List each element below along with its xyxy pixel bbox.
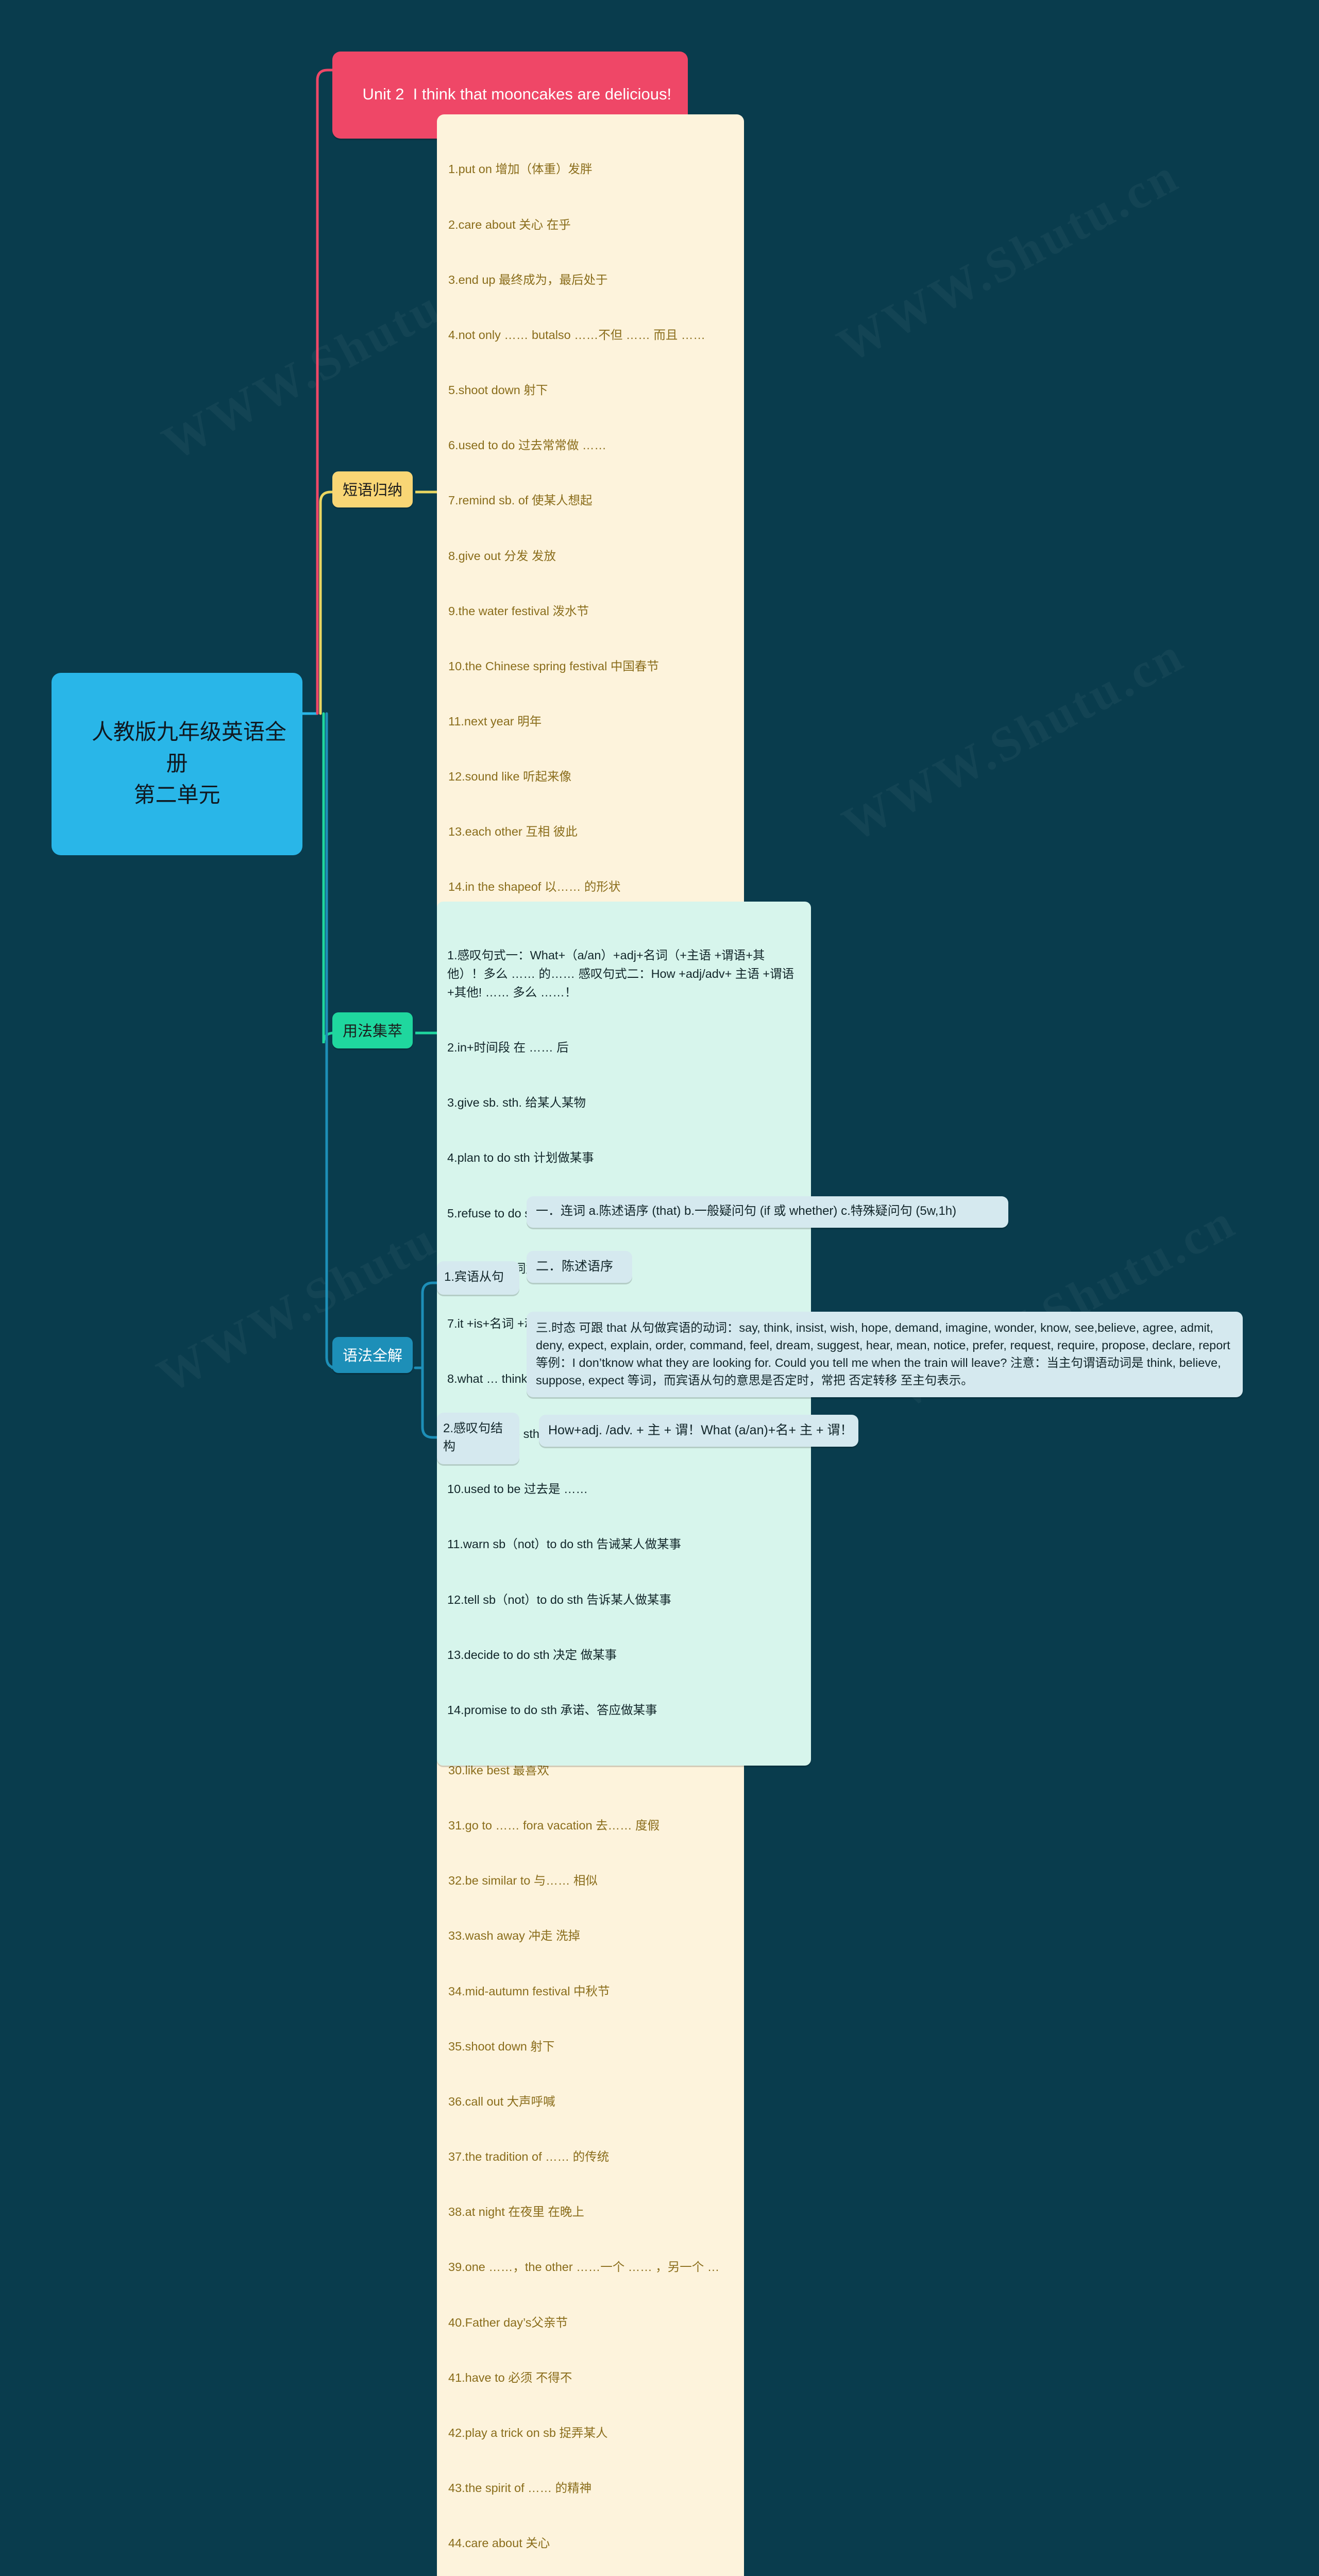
watermark: WWW.Shutu.cn xyxy=(833,625,1194,853)
list-item: 13.each other 互相 彼此 xyxy=(448,825,578,839)
root-node[interactable]: 人教版九年级英语全册 第二单元 xyxy=(52,673,302,856)
list-item: 14.promise to do sth 承诺、答应做某事 xyxy=(447,1703,657,1717)
list-item: 12.tell sb（not）to do sth 告诉某人做某事 xyxy=(447,1592,671,1606)
list-item: 42.play a trick on sb 捉弄某人 xyxy=(448,2426,608,2439)
grammar-object-clause-label: 1.宾语从句 xyxy=(444,1270,504,1284)
list-item: 11.next year 明年 xyxy=(448,715,542,728)
grammar-conjunction-text: 一．连词 a.陈述语序 (that) b.一般疑问句 (if 或 whether… xyxy=(536,1204,957,1218)
root-label: 人教版九年级英语全册 第二单元 xyxy=(91,719,286,807)
list-item: 40.Father day’s父亲节 xyxy=(448,2315,568,2329)
branch-label-grammar: 语法全解 xyxy=(343,1348,403,1364)
branch-label-usage: 用法集萃 xyxy=(343,1023,403,1040)
list-item: 10.the Chinese spring festival 中国春节 xyxy=(448,659,659,673)
list-item: 4.plan to do sth 计划做某事 xyxy=(447,1151,594,1165)
grammar-node-conjunction[interactable]: 一．连词 a.陈述语序 (that) b.一般疑问句 (if 或 whether… xyxy=(527,1196,1008,1228)
list-item: 5.shoot down 射下 xyxy=(448,383,548,397)
grammar-statement-order-text: 二．陈述语序 xyxy=(536,1259,614,1274)
list-item: 7.remind sb. of 使某人想起 xyxy=(448,494,593,507)
list-item: 4.not only …… butalso ……不但 …… 而且 …… xyxy=(448,328,705,342)
unit-title-label: Unit 2 I think that mooncakes are delici… xyxy=(362,84,672,103)
grammar-node-object-clause[interactable]: 1.宾语从句 xyxy=(437,1261,519,1295)
list-item: 1.put on 增加（体重）发胖 xyxy=(448,162,593,176)
list-item: 13.decide to do sth 决定 做某事 xyxy=(447,1648,617,1662)
branch-chip-grammar[interactable]: 语法全解 xyxy=(332,1337,413,1373)
list-item: 1.感叹句式一：What+（a/an）+adj+名词（+主语 +谓语+其他）！多… xyxy=(447,948,798,999)
mindmap-canvas: WWW.Shutu.cn WWW.Shutu.cn WWW.Shutu.cn W… xyxy=(0,0,1319,2576)
grammar-exclamatory-formula-text: How+adj. /adv. + 主 + 谓！What (a/an)+名+ 主 … xyxy=(548,1423,853,1437)
list-item: 2.care about 关心 在乎 xyxy=(448,217,571,231)
list-item: 44.care about 关心 xyxy=(448,2536,550,2550)
list-item: 32.be similar to 与…… 相似 xyxy=(448,1874,598,1888)
list-item: 37.the tradition of …… 的传统 xyxy=(448,2150,610,2164)
list-item: 39.one ……，the other ……一个 …… ，另一个 … xyxy=(448,2260,720,2274)
branch-label-phrases: 短语归纳 xyxy=(343,482,403,499)
grammar-node-exclamatory-formula[interactable]: How+adj. /adv. + 主 + 谓！What (a/an)+名+ 主 … xyxy=(539,1415,858,1447)
list-item: 8.give out 分发 发放 xyxy=(448,549,556,563)
list-item: 35.shoot down 射下 xyxy=(448,2039,555,2053)
list-item: 34.mid-autumn festival 中秋节 xyxy=(448,1984,610,1998)
grammar-exclamatory-label: 2.感叹句结构 xyxy=(443,1421,503,1453)
grammar-node-exclamatory-structure[interactable]: 2.感叹句结构 xyxy=(437,1413,519,1464)
grammar-node-tense[interactable]: 三.时态 可跟 that 从句做宾语的动词：say, think, insist… xyxy=(527,1312,1243,1398)
list-item: 43.the spirit of …… 的精神 xyxy=(448,2481,592,2495)
list-item: 14.in the shapeof 以…… 的形状 xyxy=(448,880,621,894)
list-item: 10.used to be 过去是 …… xyxy=(447,1482,588,1496)
list-item: 11.warn sb（not）to do sth 告诫某人做某事 xyxy=(447,1537,682,1551)
list-item: 12.sound like 听起来像 xyxy=(448,770,572,784)
list-item: 6.used to do 过去常常做 …… xyxy=(448,438,606,452)
grammar-node-statement-order[interactable]: 二．陈述语序 xyxy=(527,1251,632,1283)
grammar-tense-text: 三.时态 可跟 that 从句做宾语的动词：say, think, insist… xyxy=(536,1321,1230,1387)
list-item: 31.go to …… fora vacation 去…… 度假 xyxy=(448,1819,660,1833)
list-item: 38.at night 在夜里 在晚上 xyxy=(448,2205,584,2219)
list-item: 41.have to 必须 不得不 xyxy=(448,2370,572,2384)
list-item: 33.wash away 冲走 洗掉 xyxy=(448,1929,580,1943)
branch-chip-phrases[interactable]: 短语归纳 xyxy=(332,471,413,507)
list-item: 9.the water festival 泼水节 xyxy=(448,604,589,618)
list-item: 36.call out 大声呼喊 xyxy=(448,2094,555,2108)
list-item: 3.give sb. sth. 给某人某物 xyxy=(447,1096,586,1110)
branch-chip-usage[interactable]: 用法集萃 xyxy=(332,1012,413,1048)
list-item: 2.in+时间段 在 …… 后 xyxy=(447,1041,569,1055)
list-item: 3.end up 最终成为，最后处于 xyxy=(448,273,608,286)
watermark: WWW.Shutu.cn xyxy=(828,146,1189,374)
